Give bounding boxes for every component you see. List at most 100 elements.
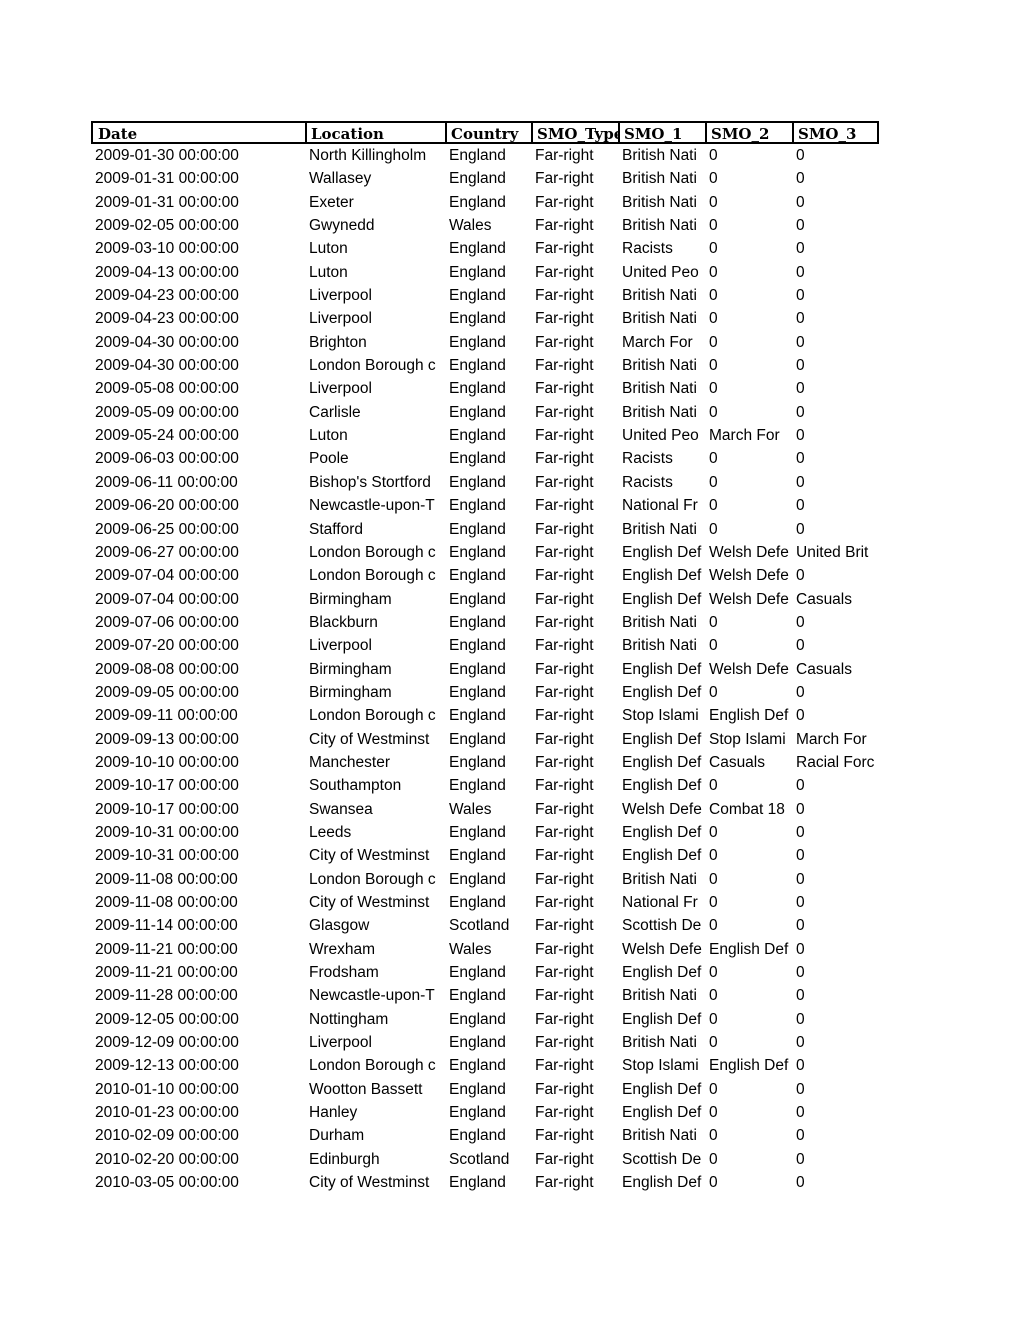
cell-smo-type[interactable]: Far-right — [535, 1031, 622, 1054]
cell-smo-1[interactable]: English Def — [622, 1171, 709, 1194]
cell-date[interactable]: 2009-04-23 00:00:00 — [95, 307, 305, 330]
cell-smo-2[interactable]: 0 — [709, 844, 796, 867]
cell-smo-1[interactable]: Welsh Defe — [622, 798, 709, 821]
cell-date[interactable]: 2009-11-14 00:00:00 — [95, 914, 305, 937]
cell-location[interactable]: City of Westminst — [309, 891, 449, 914]
header-smo-3[interactable]: SMO_3 — [792, 123, 879, 142]
cell-smo-2[interactable]: 0 — [709, 354, 796, 377]
cell-date[interactable]: 2009-12-13 00:00:00 — [95, 1054, 305, 1077]
cell-country[interactable]: England — [449, 681, 535, 704]
cell-smo-type[interactable]: Far-right — [535, 424, 622, 447]
cell-smo-1[interactable]: English Def — [622, 564, 709, 587]
cell-smo-1[interactable]: British Nati — [622, 1031, 709, 1054]
cell-country[interactable]: Scotland — [449, 914, 535, 937]
cell-smo-type[interactable]: Far-right — [535, 191, 622, 214]
cell-smo-2[interactable]: 0 — [709, 307, 796, 330]
cell-location[interactable]: London Borough c — [309, 704, 449, 727]
cell-smo-1[interactable]: English Def — [622, 1008, 709, 1031]
cell-smo-3[interactable]: 0 — [796, 424, 879, 447]
cell-country[interactable]: England — [449, 658, 535, 681]
cell-smo-3[interactable]: 0 — [796, 401, 879, 424]
cell-country[interactable]: Wales — [449, 798, 535, 821]
cell-country[interactable]: England — [449, 1101, 535, 1124]
cell-location[interactable]: London Borough c — [309, 354, 449, 377]
cell-smo-2[interactable]: 0 — [709, 891, 796, 914]
cell-smo-2[interactable]: 0 — [709, 237, 796, 260]
cell-country[interactable]: England — [449, 331, 535, 354]
cell-date[interactable]: 2009-09-05 00:00:00 — [95, 681, 305, 704]
cell-country[interactable]: England — [449, 774, 535, 797]
cell-smo-3[interactable]: 0 — [796, 284, 879, 307]
cell-country[interactable]: England — [449, 611, 535, 634]
cell-location[interactable]: Birmingham — [309, 681, 449, 704]
cell-smo-2[interactable]: 0 — [709, 681, 796, 704]
header-smo-1[interactable]: SMO_1 — [618, 123, 707, 142]
cell-location[interactable]: Newcastle-upon-T — [309, 984, 449, 1007]
cell-date[interactable]: 2009-11-21 00:00:00 — [95, 938, 305, 961]
cell-location[interactable]: London Borough c — [309, 541, 449, 564]
cell-smo-1[interactable]: British Nati — [622, 144, 709, 167]
cell-smo-2[interactable]: 0 — [709, 284, 796, 307]
cell-smo-1[interactable]: English Def — [622, 728, 709, 751]
cell-smo-3[interactable]: 0 — [796, 167, 879, 190]
cell-smo-1[interactable]: Racists — [622, 447, 709, 470]
cell-smo-type[interactable]: Far-right — [535, 564, 622, 587]
cell-date[interactable]: 2010-03-05 00:00:00 — [95, 1171, 305, 1194]
cell-smo-3[interactable]: United Brit — [796, 541, 879, 564]
cell-smo-type[interactable]: Far-right — [535, 588, 622, 611]
cell-smo-1[interactable]: British Nati — [622, 191, 709, 214]
cell-smo-3[interactable]: 0 — [796, 1078, 879, 1101]
cell-date[interactable]: 2010-02-20 00:00:00 — [95, 1148, 305, 1171]
cell-location[interactable]: Liverpool — [309, 284, 449, 307]
cell-smo-3[interactable]: 0 — [796, 774, 879, 797]
cell-date[interactable]: 2009-10-31 00:00:00 — [95, 821, 305, 844]
cell-country[interactable]: England — [449, 1124, 535, 1147]
cell-country[interactable]: England — [449, 1078, 535, 1101]
cell-location[interactable]: City of Westminst — [309, 1171, 449, 1194]
cell-smo-3[interactable]: 0 — [796, 1101, 879, 1124]
cell-country[interactable]: England — [449, 424, 535, 447]
cell-location[interactable]: Luton — [309, 237, 449, 260]
cell-smo-3[interactable]: 0 — [796, 307, 879, 330]
cell-smo-type[interactable]: Far-right — [535, 1078, 622, 1101]
cell-smo-2[interactable]: 0 — [709, 261, 796, 284]
cell-location[interactable]: Hanley — [309, 1101, 449, 1124]
cell-date[interactable]: 2009-11-28 00:00:00 — [95, 984, 305, 1007]
cell-smo-3[interactable]: 0 — [796, 681, 879, 704]
cell-smo-1[interactable]: British Nati — [622, 354, 709, 377]
cell-smo-type[interactable]: Far-right — [535, 1148, 622, 1171]
cell-country[interactable]: England — [449, 634, 535, 657]
cell-smo-3[interactable]: 0 — [796, 704, 879, 727]
cell-smo-3[interactable]: 0 — [796, 1171, 879, 1194]
cell-smo-2[interactable]: English Def — [709, 938, 796, 961]
cell-country[interactable]: England — [449, 307, 535, 330]
cell-smo-type[interactable]: Far-right — [535, 728, 622, 751]
cell-smo-type[interactable]: Far-right — [535, 868, 622, 891]
cell-smo-type[interactable]: Far-right — [535, 494, 622, 517]
cell-smo-3[interactable]: 0 — [796, 868, 879, 891]
cell-smo-3[interactable]: 0 — [796, 471, 879, 494]
cell-date[interactable]: 2009-10-31 00:00:00 — [95, 844, 305, 867]
cell-smo-2[interactable]: 0 — [709, 1148, 796, 1171]
cell-smo-2[interactable]: English Def — [709, 1054, 796, 1077]
cell-smo-type[interactable]: Far-right — [535, 658, 622, 681]
cell-location[interactable]: Leeds — [309, 821, 449, 844]
cell-smo-1[interactable]: English Def — [622, 844, 709, 867]
header-location[interactable]: Location — [305, 123, 447, 142]
cell-smo-type[interactable]: Far-right — [535, 377, 622, 400]
cell-location[interactable]: Southampton — [309, 774, 449, 797]
cell-location[interactable]: London Borough c — [309, 1054, 449, 1077]
cell-smo-type[interactable]: Far-right — [535, 447, 622, 470]
cell-date[interactable]: 2009-05-09 00:00:00 — [95, 401, 305, 424]
cell-smo-3[interactable]: 0 — [796, 938, 879, 961]
cell-smo-1[interactable]: English Def — [622, 961, 709, 984]
cell-smo-1[interactable]: English Def — [622, 821, 709, 844]
cell-smo-type[interactable]: Far-right — [535, 284, 622, 307]
cell-date[interactable]: 2009-10-10 00:00:00 — [95, 751, 305, 774]
cell-smo-2[interactable]: Stop Islami — [709, 728, 796, 751]
cell-smo-type[interactable]: Far-right — [535, 307, 622, 330]
cell-smo-2[interactable]: Welsh Defe — [709, 588, 796, 611]
cell-location[interactable]: Glasgow — [309, 914, 449, 937]
cell-smo-2[interactable]: 0 — [709, 984, 796, 1007]
cell-smo-1[interactable]: Racists — [622, 237, 709, 260]
